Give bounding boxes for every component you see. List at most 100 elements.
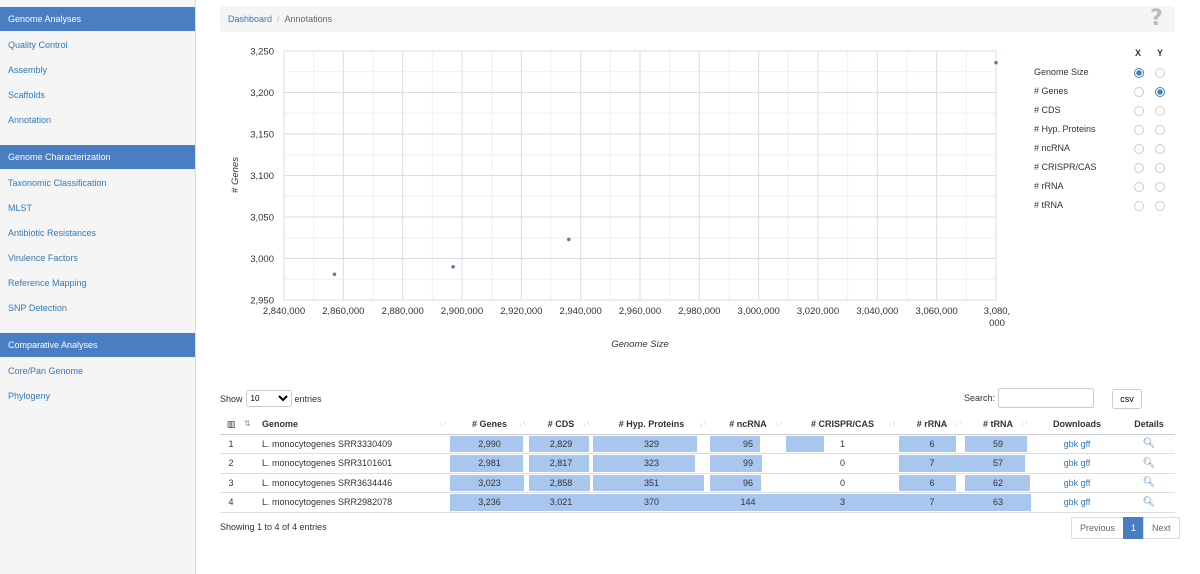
cell-trna: 62 <box>965 473 1031 493</box>
help-icon[interactable]: ? <box>1150 6 1163 31</box>
x-axis-radio[interactable] <box>1134 144 1144 154</box>
sidebar-item-reference-mapping[interactable]: Reference Mapping <box>8 278 87 288</box>
scatter-point[interactable] <box>451 265 455 269</box>
col-hyp-proteins[interactable]: # Hyp. Proteins ↓↑ <box>593 415 710 435</box>
x-tick-label: 2,900,000 <box>441 306 483 317</box>
row-index: 2 <box>220 453 242 474</box>
cell-ncrna: 99 <box>710 453 786 474</box>
x-axis-radio[interactable] <box>1134 182 1144 192</box>
cell-genes: 2,990 <box>450 434 529 454</box>
table-row: 2 L. monocytogenes SRR3101601 2,981 2,817 32… <box>220 453 1175 474</box>
col-ncrna[interactable]: # ncRNA ↓↑ <box>710 415 786 435</box>
sidebar-item-annotation[interactable]: Annotation <box>8 115 51 125</box>
next-page-button[interactable]: Next <box>1143 517 1180 539</box>
y-tick-labels: 2,950 3,000 3,050 3,100 3,150 3,200 3,250 <box>250 47 274 307</box>
sidebar-item-snp-detection[interactable]: SNP Detection <box>8 303 67 313</box>
sidebar-item-mlst[interactable]: MLST <box>8 203 32 213</box>
x-axis-label: Genome Size <box>611 339 669 350</box>
x-axis-radio[interactable] <box>1134 163 1144 173</box>
sidebar-item-assembly[interactable]: Assembly <box>8 65 47 75</box>
sort-icon: ↓↑ <box>518 419 526 429</box>
cell-cds: 2,829 <box>529 434 593 454</box>
col-rrna[interactable]: # rRNA ↓↑ <box>899 415 965 435</box>
x-tick-label: 2,960,000 <box>619 306 661 317</box>
sidebar-item-taxonomic-classification[interactable]: Taxonomic Classification <box>8 178 107 188</box>
x-tick-label: 2,880,000 <box>382 306 424 317</box>
search-label: Search: <box>964 393 996 403</box>
sidebar-item-quality-control[interactable]: Quality Control <box>8 40 68 50</box>
sidebar-section-genome-analyses[interactable]: Genome Analyses <box>0 7 195 31</box>
scatter-point[interactable] <box>332 272 337 277</box>
breadcrumb-dashboard-link[interactable]: Dashboard <box>228 14 272 24</box>
sidebar-section-genome-characterization[interactable]: Genome Characterization <box>0 145 195 169</box>
x-tick-label: 3,080, 000 <box>984 306 1010 329</box>
sidebar-item-antibiotic-resistances[interactable]: Antibiotic Resistances <box>8 228 96 238</box>
col-genome[interactable]: ⇅ Genome ↓↑ <box>242 415 450 435</box>
value-bar <box>899 435 956 452</box>
gbk-download-link[interactable]: gbk <box>1064 439 1079 449</box>
x-tick-label: 2,860,000 <box>322 306 364 317</box>
value-bar <box>710 455 763 472</box>
scatter-point[interactable] <box>994 60 998 65</box>
magnifier-icon[interactable]: 🔍︎ <box>1143 458 1156 469</box>
sidebar-section-comparative-analyses[interactable]: Comparative Analyses <box>0 333 195 357</box>
y-axis-radio[interactable] <box>1155 87 1165 97</box>
value-bar <box>710 474 761 491</box>
y-axis-radio[interactable] <box>1155 201 1165 211</box>
y-axis-radio[interactable] <box>1155 125 1165 135</box>
csv-button[interactable]: csv <box>1112 389 1142 409</box>
previous-page-button[interactable]: Previous <box>1071 517 1125 539</box>
magnifier-icon[interactable]: 🔍︎ <box>1143 438 1156 449</box>
y-tick-label: 3,050 <box>250 213 274 224</box>
sidebar-item-scaffolds[interactable]: Scaffolds <box>8 90 45 100</box>
cell-trna: 57 <box>965 453 1031 474</box>
y-axis-radio[interactable] <box>1155 182 1165 192</box>
row-index: 1 <box>220 434 242 454</box>
gbk-download-link[interactable]: gbk <box>1064 458 1079 468</box>
gff-download-link[interactable]: gff <box>1081 478 1091 488</box>
cell-trna: 63 <box>965 492 1031 513</box>
annotations-table: ▥ ⇅ Genome ↓↑ # Genes ↓↑ # CDS ↓↑ # Hyp. Pro… <box>220 415 1175 513</box>
gff-download-link[interactable]: gff <box>1081 439 1091 449</box>
y-axis-label: # Genes <box>230 157 241 193</box>
x-axis-radio[interactable] <box>1134 68 1144 78</box>
cell-rrna: 7 <box>899 453 965 474</box>
col-trna[interactable]: # tRNA ↓↑ <box>965 415 1031 435</box>
x-tick-label: 3,040,000 <box>856 306 898 317</box>
column-visibility-icon[interactable]: ▥ <box>220 415 242 435</box>
gbk-download-link[interactable]: gbk <box>1064 497 1079 507</box>
col-crispr-cas[interactable]: # CRISPR/CAS ↓↑ <box>786 415 899 435</box>
gbk-download-link[interactable]: gbk <box>1064 478 1079 488</box>
x-axis-radio[interactable] <box>1134 125 1144 135</box>
downloads-cell: gbk gff <box>1031 473 1123 493</box>
sidebar-item-virulence-factors[interactable]: Virulence Factors <box>8 253 78 263</box>
cell-ncrna: 144 <box>710 492 786 513</box>
magnifier-icon[interactable]: 🔍︎ <box>1143 477 1156 488</box>
y-axis-radio[interactable] <box>1155 144 1165 154</box>
show-label: Show <box>220 393 243 404</box>
y-axis-radio[interactable] <box>1155 163 1165 173</box>
magnifier-icon[interactable]: 🔍︎ <box>1143 497 1156 508</box>
search-input[interactable] <box>998 388 1094 408</box>
col-cds[interactable]: # CDS ↓↑ <box>529 415 593 435</box>
genome-name: L. monocytogenes SRR3330409 <box>242 434 450 454</box>
axis-option-label: # Genes <box>1034 86 1069 96</box>
x-axis-radio[interactable] <box>1134 87 1144 97</box>
downloads-cell: gbk gff <box>1031 492 1123 513</box>
x-axis-radio[interactable] <box>1134 106 1144 116</box>
sort-icon: ↓↑ <box>1020 419 1028 429</box>
show-entries-control: Show 10 entries <box>220 390 322 407</box>
col-genes[interactable]: # Genes ↓↑ <box>450 415 529 435</box>
y-axis-radio[interactable] <box>1155 68 1165 78</box>
sidebar-item-phylogeny[interactable]: Phylogeny <box>8 391 50 401</box>
y-axis-radio[interactable] <box>1155 106 1165 116</box>
sidebar-item-core-pan-genome[interactable]: Core/Pan Genome <box>8 366 83 376</box>
page-length-select[interactable]: 10 <box>245 390 292 407</box>
scatter-point[interactable] <box>567 237 571 242</box>
gff-download-link[interactable]: gff <box>1081 458 1091 468</box>
x-axis-radio[interactable] <box>1134 201 1144 211</box>
page-1-button[interactable]: 1 <box>1123 517 1145 539</box>
cell-rrna: 6 <box>899 473 965 493</box>
gff-download-link[interactable]: gff <box>1081 497 1091 507</box>
cell-rrna: 7 <box>899 492 965 513</box>
